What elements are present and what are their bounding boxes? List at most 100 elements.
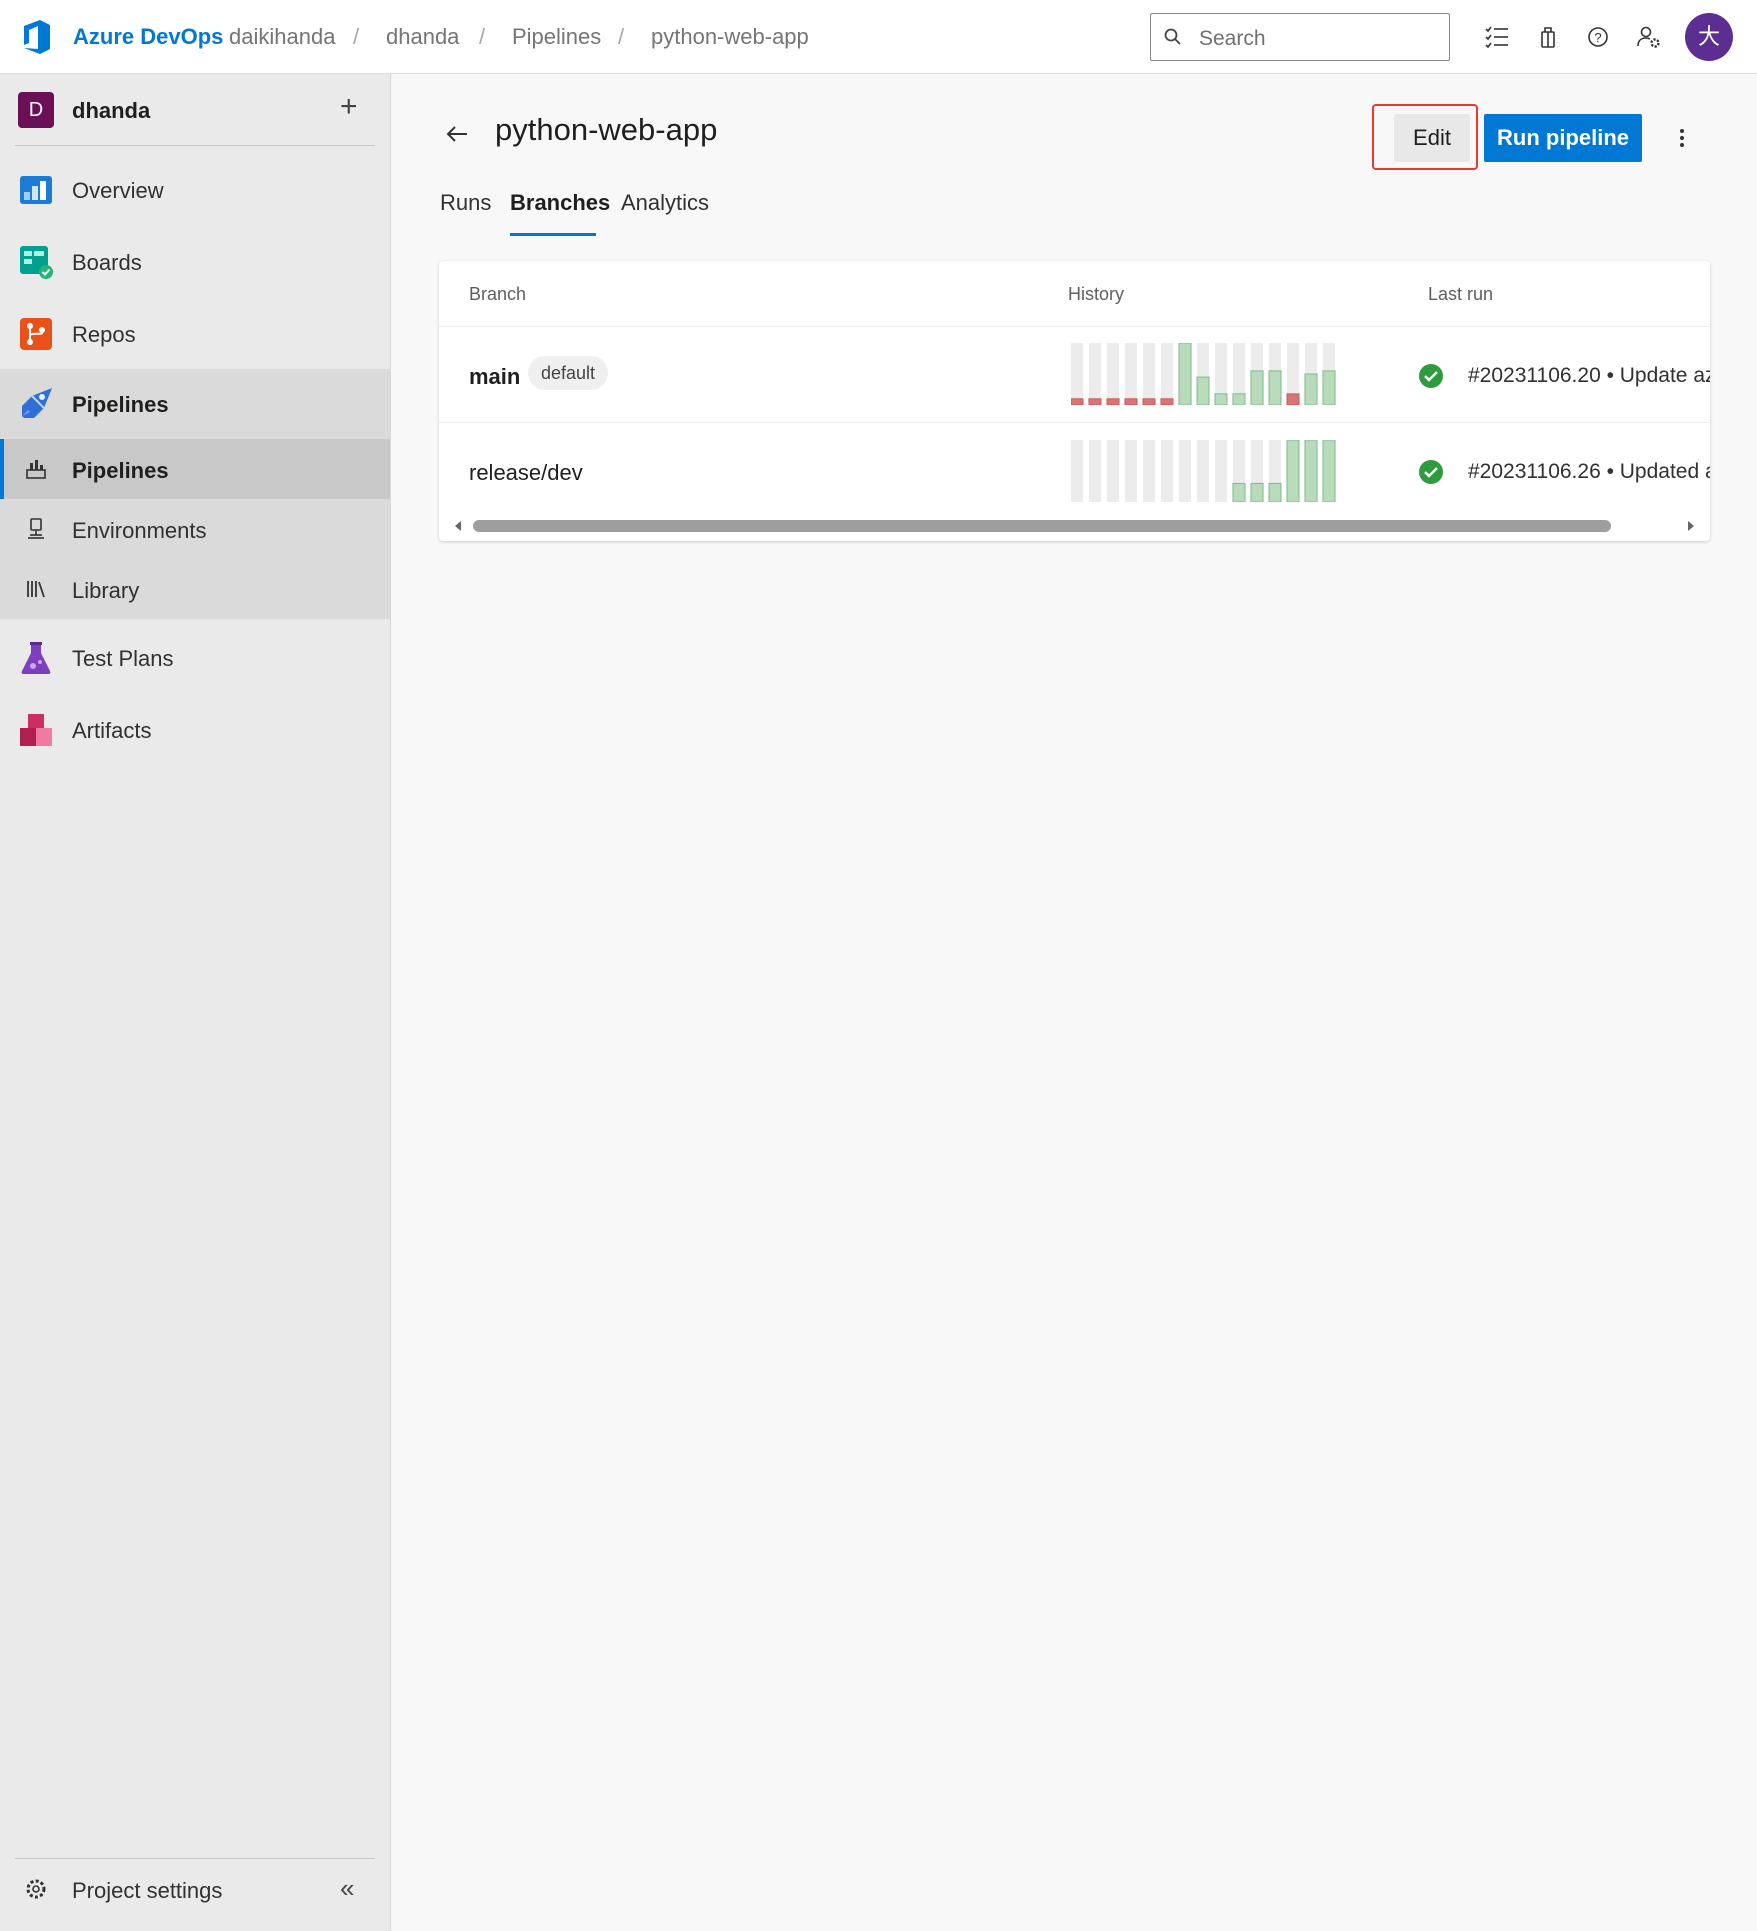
tab-analytics[interactable]: Analytics (621, 190, 709, 216)
history-bar-track (1197, 440, 1209, 502)
history-bar-succeeded[interactable] (1196, 376, 1210, 405)
breadcrumb-pipelines[interactable]: Pipelines (512, 24, 601, 50)
history-bar-track (1107, 440, 1119, 502)
history-bar-succeeded[interactable] (1304, 440, 1318, 502)
sidebar-subitem-environments[interactable]: Environments (0, 499, 390, 559)
branch-name[interactable]: main (469, 364, 520, 390)
history-bar-failed[interactable] (1286, 393, 1300, 405)
history-bar-succeeded[interactable] (1304, 373, 1318, 405)
artifacts-icon (20, 714, 52, 746)
scrollbar-thumb[interactable] (473, 520, 1611, 532)
history-bar-track (1089, 343, 1101, 405)
column-header-history: History (1068, 284, 1125, 304)
edit-button[interactable]: Edit (1394, 114, 1470, 162)
sidebar-item-pipelines[interactable]: Pipelines (0, 369, 390, 439)
history-bar-track (1125, 343, 1137, 405)
sidebar-subitem-label: Pipelines (72, 458, 169, 483)
sidebar-item-test-plans[interactable]: Test Plans (0, 623, 390, 693)
breadcrumb-separator: / (618, 24, 625, 49)
sidebar-item-label: Boards (72, 250, 142, 275)
help-icon[interactable]: ? (1583, 22, 1613, 52)
sidebar-divider (15, 145, 375, 146)
history-bar-track (1143, 440, 1155, 502)
brand-link[interactable]: Azure DevOps (73, 24, 223, 50)
project-avatar[interactable]: D (18, 92, 54, 128)
last-run-link[interactable]: #20231106.20 • Update az (1468, 364, 1710, 388)
run-pipeline-button[interactable]: Run pipeline (1484, 114, 1642, 162)
history-bar-track (1161, 440, 1173, 502)
user-settings-icon[interactable] (1634, 22, 1664, 52)
shopping-bag-icon[interactable] (1533, 22, 1563, 52)
tab-branches[interactable]: Branches (510, 190, 610, 216)
sidebar-item-label: Artifacts (72, 718, 152, 743)
run-history-chart (1071, 343, 1336, 405)
project-settings-label: Project settings (72, 1878, 223, 1903)
scroll-left-arrow-icon[interactable] (451, 519, 465, 533)
header-divider (439, 326, 1710, 327)
history-bar-succeeded[interactable] (1268, 370, 1282, 405)
success-icon (1419, 364, 1443, 388)
history-bar-failed[interactable] (1160, 398, 1174, 405)
project-settings-button[interactable]: Project settings « (0, 1859, 390, 1919)
breadcrumb-organization[interactable]: daikihanda (229, 24, 335, 50)
history-bar-succeeded[interactable] (1250, 370, 1264, 405)
history-bar-track (1071, 343, 1083, 405)
more-actions-icon[interactable] (1668, 124, 1696, 152)
history-bar-failed[interactable] (1124, 398, 1138, 405)
history-bar-succeeded[interactable] (1232, 482, 1246, 502)
history-bar-succeeded[interactable] (1250, 482, 1264, 502)
task-list-icon[interactable] (1482, 22, 1512, 52)
history-bar-track (1071, 440, 1083, 502)
horizontal-scrollbar[interactable] (439, 511, 1710, 541)
history-bar-failed[interactable] (1088, 398, 1102, 405)
history-bar-failed[interactable] (1142, 398, 1156, 405)
branch-name[interactable]: release/dev (469, 460, 583, 486)
history-bar-failed[interactable] (1106, 398, 1120, 405)
sidebar: D dhanda + Overview Boards Repos Pipelin… (0, 74, 391, 1931)
sidebar-item-boards[interactable]: Boards (0, 227, 390, 297)
sidebar-subitem-pipelines[interactable]: Pipelines (0, 439, 390, 499)
history-bar-succeeded[interactable] (1268, 482, 1282, 502)
history-bar-succeeded[interactable] (1232, 393, 1246, 405)
avatar[interactable]: 大 (1685, 13, 1733, 61)
sidebar-item-label: Repos (72, 322, 136, 347)
history-bar-succeeded[interactable] (1322, 370, 1336, 405)
test-plans-icon (21, 642, 51, 674)
history-bar-succeeded[interactable] (1178, 343, 1192, 405)
library-icon (27, 581, 45, 598)
history-bar-succeeded[interactable] (1322, 440, 1336, 502)
history-bar-succeeded[interactable] (1214, 393, 1228, 405)
environments-icon (28, 518, 44, 539)
tab-selected-indicator (510, 233, 596, 236)
last-run-link[interactable]: #20231106.26 • Updated a (1468, 460, 1710, 484)
search-box[interactable]: Search (1150, 13, 1450, 61)
sidebar-item-repos[interactable]: Repos (0, 299, 390, 369)
row-divider (439, 422, 1710, 423)
sidebar-subitem-label: Library (72, 578, 140, 603)
sidebar-item-overview[interactable]: Overview (0, 155, 390, 225)
breadcrumb-pipeline[interactable]: python-web-app (651, 24, 809, 50)
history-bar-succeeded[interactable] (1286, 440, 1300, 502)
column-header-last-run: Last run (1428, 284, 1494, 304)
sidebar-subitem-library[interactable]: Library (0, 559, 390, 619)
breadcrumb-project[interactable]: dhanda (386, 24, 459, 50)
history-bar-track (1107, 343, 1119, 405)
sidebar-subitem-label: Environments (72, 518, 207, 543)
boards-icon (20, 246, 53, 279)
project-name[interactable]: dhanda (72, 98, 150, 124)
add-icon[interactable]: + (340, 90, 358, 124)
tab-runs[interactable]: Runs (440, 190, 491, 216)
back-arrow-icon[interactable] (443, 120, 471, 148)
breadcrumb-separator: / (479, 24, 486, 49)
history-bar-track (1161, 343, 1173, 405)
history-bar-track (1179, 440, 1191, 502)
scroll-right-arrow-icon[interactable] (1684, 519, 1698, 533)
sidebar-item-artifacts[interactable]: Artifacts (0, 695, 390, 765)
collapse-sidebar-icon[interactable]: « (340, 1873, 354, 1904)
breadcrumb-separator: / (353, 24, 360, 49)
page-title: python-web-app (495, 112, 718, 147)
success-icon (1419, 460, 1443, 484)
azure-devops-logo-icon[interactable] (18, 18, 56, 56)
history-bar-failed[interactable] (1071, 398, 1084, 405)
default-badge: default (528, 356, 609, 390)
